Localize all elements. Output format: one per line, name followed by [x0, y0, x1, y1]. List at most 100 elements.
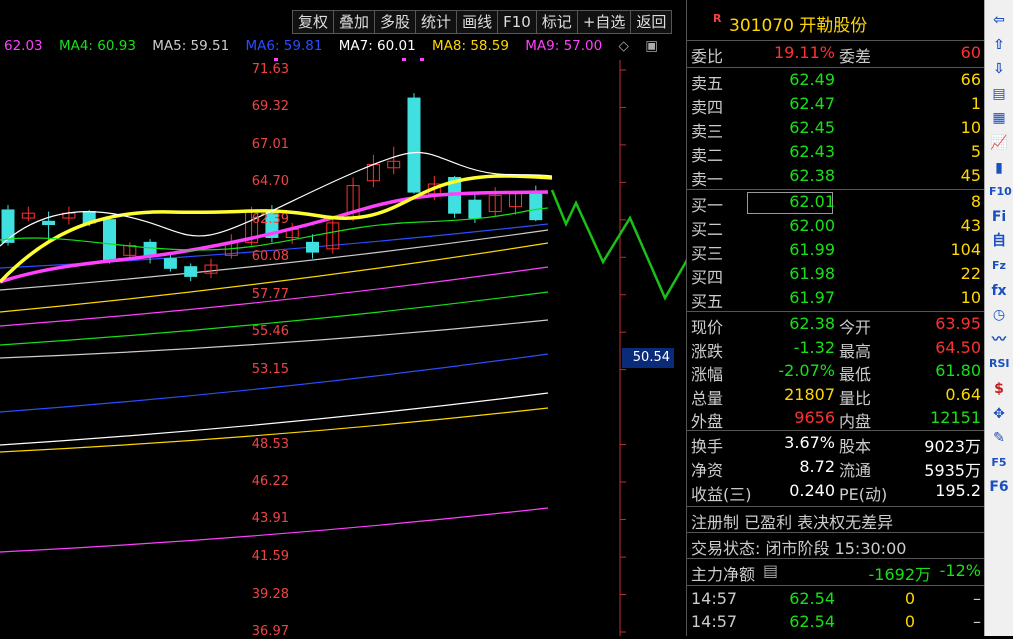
bid-volume: 22 [960, 264, 981, 283]
ask-volume: 45 [960, 166, 981, 185]
fz-icon[interactable]: Fz [989, 256, 1009, 276]
report-icon[interactable]: ▤ [989, 84, 1009, 104]
bid-volume: 43 [960, 216, 981, 235]
dollar-icon[interactable]: $ [989, 379, 1009, 399]
stat-label: 换手 [691, 437, 724, 456]
ask-price: 62.49 [789, 70, 835, 89]
tick-row: 14:57 62.54 0 – [687, 612, 985, 635]
move-icon[interactable]: ✥ [989, 404, 1009, 424]
ma-legend-item: MA7: 60.01 [338, 38, 416, 54]
tick-price: 62.54 [789, 589, 835, 608]
main-flow-pct: -12% [939, 561, 981, 580]
axis-tick-label: 39.28 [251, 586, 289, 602]
stat-value: 62.38 [789, 314, 835, 333]
tick-row: 14:57 62.54 0 – [687, 589, 985, 612]
rsi-icon[interactable]: RSI [989, 354, 1010, 374]
tick-time: 14:57 [691, 589, 738, 608]
ask-row[interactable]: 卖一 62.38 45 [687, 166, 985, 189]
ma-legend-item: MA8: 58.59 [432, 38, 509, 54]
f6-icon[interactable]: F6 [989, 477, 1009, 497]
stat-row: 涨跌 -1.32 最高 64.50 [687, 338, 985, 361]
ask-row[interactable]: 卖三 62.45 10 [687, 118, 985, 141]
ma-legend-item: MA9: 57.00 [525, 38, 603, 54]
weibi-row: 委比 19.11% 委差 60 [687, 43, 985, 66]
bid-price: 61.98 [789, 264, 835, 283]
stat-value: 64.50 [935, 337, 981, 357]
bid-row[interactable]: 买一 62.01 8 [687, 192, 985, 215]
tick-direction: – [973, 589, 981, 608]
fx-icon[interactable]: fx [989, 281, 1009, 301]
ask-label: 卖三 [691, 122, 724, 141]
legend-marker [402, 58, 406, 61]
bid-row[interactable]: 买五 61.97 10 [687, 288, 985, 311]
stock-title: R 301070 开勒股份 [687, 8, 985, 36]
bid-volume: 10 [960, 288, 981, 307]
add-watchlist-button[interactable]: +自选 [577, 10, 632, 34]
stat-label: 今开 [839, 318, 872, 337]
back-button[interactable]: 返回 [631, 10, 673, 34]
stat-label: 流通 [839, 461, 872, 480]
statistics-button[interactable]: 统计 [416, 10, 458, 34]
f10-button[interactable]: F10 [498, 10, 537, 34]
ask-price: 62.38 [789, 166, 835, 185]
bid-volume: 104 [950, 240, 981, 259]
bid-row[interactable]: 买二 62.00 43 [687, 216, 985, 239]
weicha-label: 委差 [839, 47, 872, 66]
mark-button[interactable]: 标记 [536, 10, 578, 34]
line-chart-icon[interactable]: 📈 [989, 133, 1009, 153]
clock-icon[interactable]: ◷ [989, 305, 1009, 325]
axis-tick-label: 55.46 [251, 324, 289, 340]
bid-label: 买二 [691, 220, 724, 239]
overlay-button[interactable]: 叠加 [334, 10, 376, 34]
restore-rights-button[interactable]: 复权 [292, 10, 335, 34]
ma-legend: 62.03 MA4: 60.93 MA5: 59.51 MA6: 59.81 M… [4, 38, 670, 54]
f5-icon[interactable]: F5 [989, 453, 1009, 473]
stat-value: 9023万 [924, 437, 981, 456]
settings-box-icon[interactable]: ▣ [645, 38, 658, 54]
stat-row: 净资 8.72 流通 5935万 [687, 457, 985, 480]
candle-icon[interactable]: ▮ [989, 158, 1009, 178]
stat-row: 收益(三) 0.240 PE(动) 195.2 [687, 481, 985, 504]
ask-row[interactable]: 卖五 62.49 66 [687, 70, 985, 93]
zi-icon[interactable]: 自 [989, 231, 1009, 251]
stat-value: 195.2 [935, 481, 981, 500]
main-flow-row: 主力净额 ▤ -1692万 -12% [687, 561, 985, 584]
stock-code-name[interactable]: 301070 开勒股份 [729, 11, 867, 36]
bid-row[interactable]: 买四 61.98 22 [687, 264, 985, 287]
kline-chart[interactable] [0, 0, 686, 636]
tick-price: 62.54 [789, 612, 835, 631]
axis-tick-label: 36.97 [251, 624, 289, 639]
bid-row[interactable]: 买三 61.99 104 [687, 240, 985, 263]
kline-chart-area[interactable]: 复权 叠加 多股 统计 画线 F10 标记 +自选 返回 62.03 MA4: … [0, 0, 686, 639]
stat-value: -1.32 [793, 337, 835, 357]
arrow-up-icon[interactable]: ⇧ [989, 35, 1009, 55]
ask-row[interactable]: 卖二 62.43 5 [687, 142, 985, 165]
multi-stock-button[interactable]: 多股 [375, 10, 417, 34]
ask-row[interactable]: 卖四 62.47 1 [687, 94, 985, 117]
register-line: 注册制 已盈利 表决权无差异 [691, 513, 894, 532]
list-icon[interactable]: ▤ [763, 561, 778, 580]
tick-time: 14:57 [691, 612, 738, 631]
stat-label: 内盘 [839, 412, 872, 431]
stat-row: 现价 62.38 今开 63.95 [687, 314, 985, 337]
arrow-down-icon[interactable]: ⇩ [989, 59, 1009, 79]
arrow-left-icon[interactable]: ⇦ [989, 10, 1009, 30]
stat-row: 总量 21807 量比 0.64 [687, 385, 985, 408]
stat-label: 现价 [691, 318, 724, 337]
diamond-icon[interactable]: ◇ [619, 38, 629, 54]
axis-tick-label: 69.32 [251, 99, 289, 115]
candle-body [407, 97, 421, 193]
f10-icon[interactable]: F10 [989, 182, 1012, 202]
bid-price: 61.99 [789, 240, 835, 259]
draw-line-button[interactable]: 画线 [457, 10, 499, 34]
stat-value: 3.67% [784, 433, 835, 452]
grid-icon[interactable]: ▦ [989, 108, 1009, 128]
fi-icon[interactable]: Fi [989, 207, 1009, 227]
bid-label: 买一 [691, 196, 724, 215]
trade-status: 交易状态: 闭市阶段 15:30:00 [691, 539, 907, 558]
axis-tick-label: 62.39 [251, 211, 289, 227]
pencil-icon[interactable]: ✎ [989, 428, 1009, 448]
wave-icon[interactable]: 〰 [989, 330, 1009, 350]
stat-row: 涨幅 -2.07% 最低 61.80 [687, 361, 985, 384]
axis-tick-label: 64.70 [251, 174, 289, 190]
